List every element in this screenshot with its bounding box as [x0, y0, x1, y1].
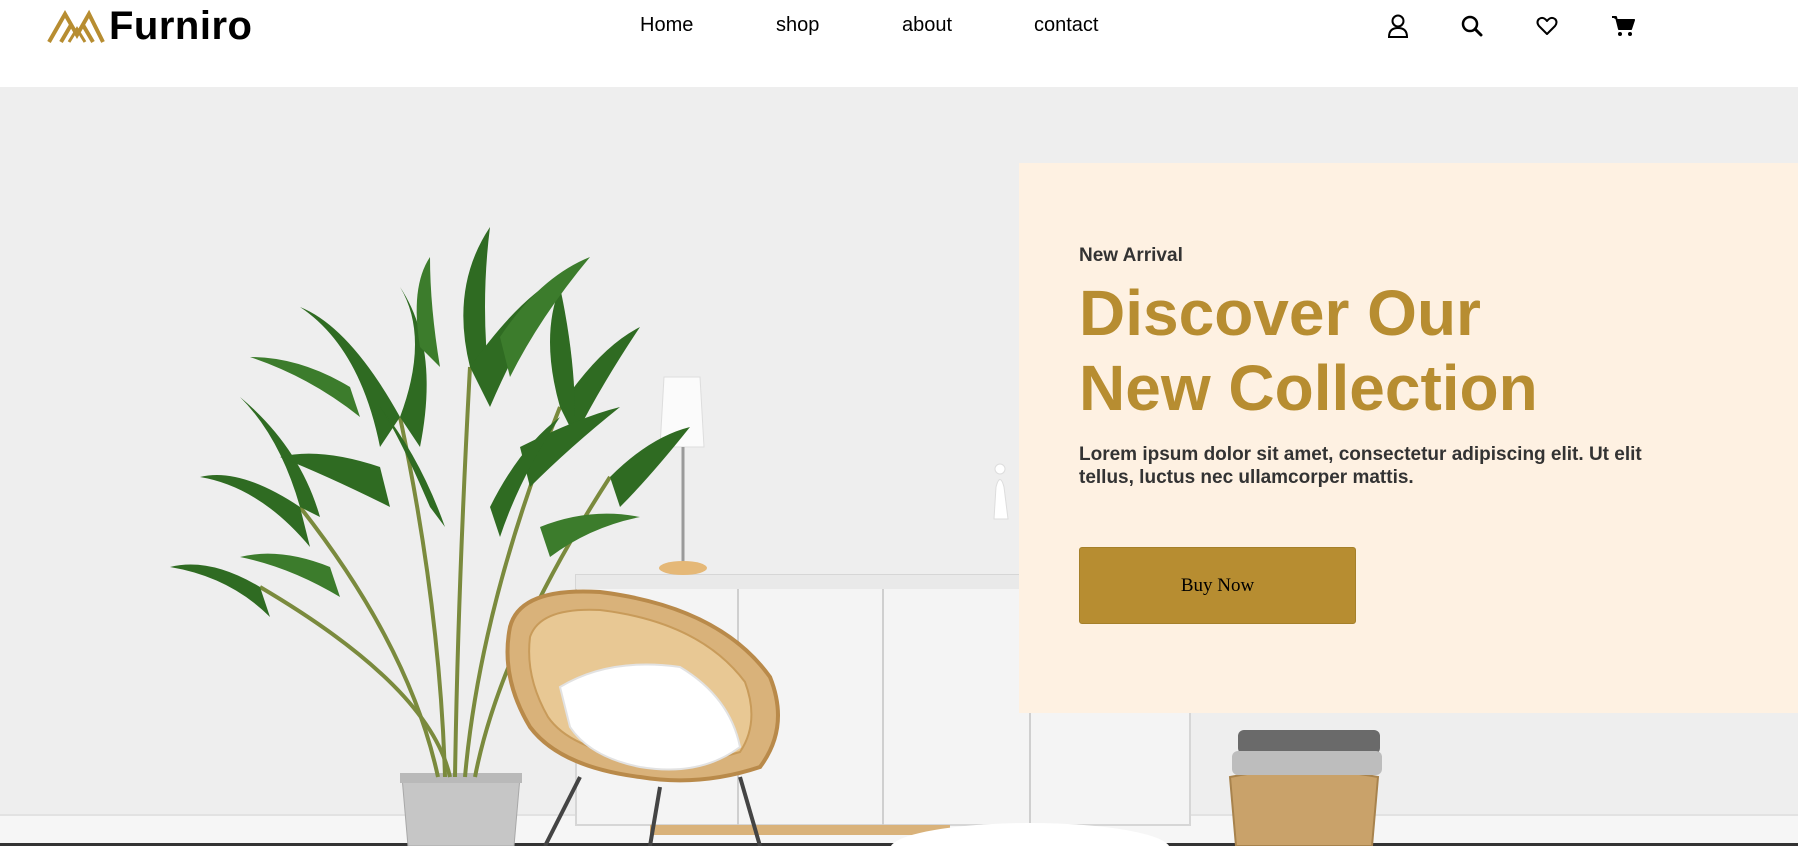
nav-shop[interactable]: shop	[776, 14, 819, 37]
heart-icon[interactable]	[1533, 12, 1561, 40]
hero-headline-line-2: New Collection	[1079, 352, 1538, 424]
search-icon[interactable]	[1458, 12, 1486, 40]
site-header: Furniro Home shop about contact	[0, 0, 1798, 87]
brand-name: Furniro	[109, 3, 253, 48]
user-icon[interactable]	[1384, 12, 1412, 40]
logo[interactable]: Furniro	[47, 3, 253, 48]
buy-now-button[interactable]: Buy Now	[1079, 547, 1356, 624]
logo-mark-icon	[47, 9, 105, 44]
hero-headline-line-1: Discover Our	[1079, 277, 1481, 349]
hero-headline: Discover Our New Collection	[1079, 276, 1538, 426]
cart-icon[interactable]	[1609, 12, 1637, 40]
nav-home[interactable]: Home	[640, 14, 693, 37]
nav-contact[interactable]: contact	[1034, 14, 1098, 37]
hero-promo-panel: New Arrival Discover Our New Collection …	[1019, 163, 1798, 713]
hero-eyebrow: New Arrival	[1079, 245, 1183, 266]
hero-section: New Arrival Discover Our New Collection …	[0, 87, 1798, 846]
hero-description: Lorem ipsum dolor sit amet, consectetur …	[1079, 444, 1642, 488]
nav-about[interactable]: about	[902, 14, 952, 37]
